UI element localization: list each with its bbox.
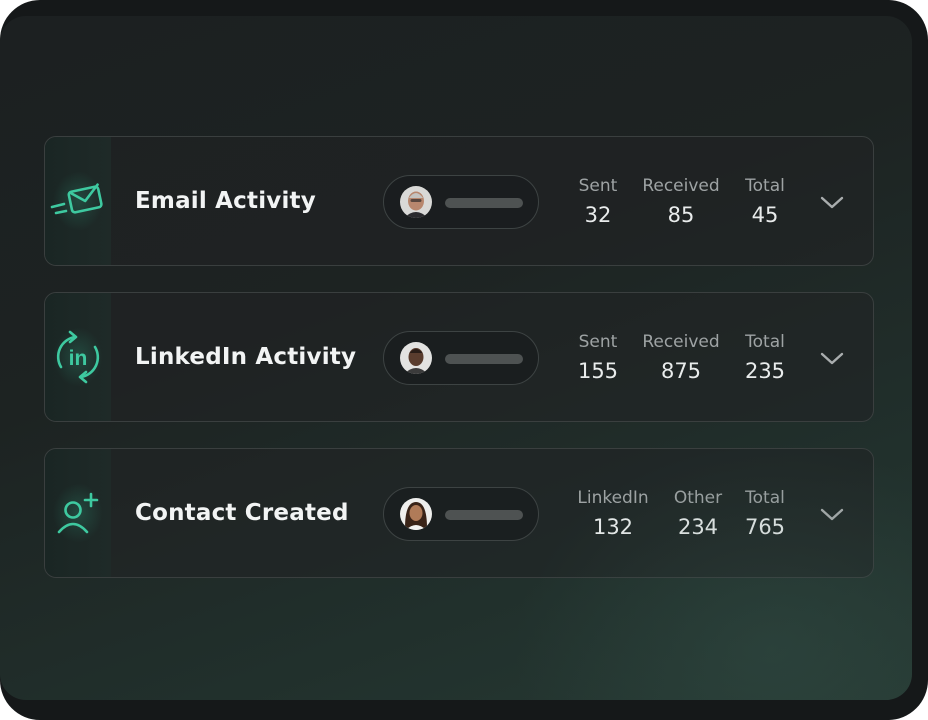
- stat-value: 155: [577, 359, 619, 383]
- card-title: LinkedIn Activity: [135, 344, 357, 370]
- stat-label: Received: [642, 332, 720, 352]
- stat-received: Received 875: [636, 331, 726, 387]
- stat-value: 132: [592, 515, 634, 539]
- user-selector[interactable]: [383, 331, 539, 385]
- activity-panel: Email Activity Sent 32 Received 85 Total…: [0, 16, 912, 700]
- email-icon-container: [45, 137, 111, 265]
- user-name-placeholder: [445, 354, 523, 364]
- stat-received: Received 85: [636, 175, 726, 231]
- user-name-placeholder: [445, 510, 523, 520]
- avatar: [400, 186, 432, 218]
- stat-label: Received: [642, 176, 720, 196]
- add-contact-icon: [57, 492, 99, 534]
- user-selector[interactable]: [383, 487, 539, 541]
- avatar: [400, 498, 432, 530]
- stat-label: Total: [745, 488, 785, 508]
- chevron-down-icon[interactable]: [819, 501, 845, 527]
- stat-value: 875: [660, 359, 702, 383]
- stat-sent: Sent 155: [553, 331, 643, 387]
- email-send-icon: [50, 183, 103, 215]
- chevron-down-icon[interactable]: [819, 345, 845, 371]
- stat-sent: Sent 32: [553, 175, 643, 231]
- stat-total: Total 235: [720, 331, 810, 387]
- email-activity-card: Email Activity Sent 32 Received 85 Total…: [44, 136, 874, 266]
- stat-label: Total: [745, 176, 785, 196]
- stat-label: Sent: [578, 332, 618, 352]
- avatar: [400, 342, 432, 374]
- stat-value: 85: [667, 203, 695, 227]
- linkedin-icon-container: in: [45, 293, 111, 421]
- stat-value: 32: [584, 203, 612, 227]
- device-frame: Email Activity Sent 32 Received 85 Total…: [0, 0, 928, 720]
- stat-label: LinkedIn: [577, 488, 649, 508]
- chevron-down-icon[interactable]: [819, 189, 845, 215]
- stat-label: Total: [745, 332, 785, 352]
- stat-total: Total 45: [720, 175, 810, 231]
- stat-label: Sent: [578, 176, 618, 196]
- contact-icon-container: [45, 449, 111, 577]
- card-title: Contact Created: [135, 500, 349, 526]
- linkedin-activity-card: in LinkedIn Activity Sent 155 Received 8…: [44, 292, 874, 422]
- user-name-placeholder: [445, 198, 523, 208]
- stat-value: 45: [751, 203, 779, 227]
- stat-value: 235: [744, 359, 786, 383]
- linkedin-glyph: in: [69, 347, 88, 370]
- user-selector[interactable]: [383, 175, 539, 229]
- stat-value: 765: [744, 515, 786, 539]
- linkedin-sync-icon: in: [56, 330, 100, 384]
- contact-created-card: Contact Created LinkedIn 132 Other 234 T…: [44, 448, 874, 578]
- stat-total: Total 765: [720, 487, 810, 543]
- stat-linkedin: LinkedIn 132: [568, 487, 658, 543]
- card-title: Email Activity: [135, 188, 316, 214]
